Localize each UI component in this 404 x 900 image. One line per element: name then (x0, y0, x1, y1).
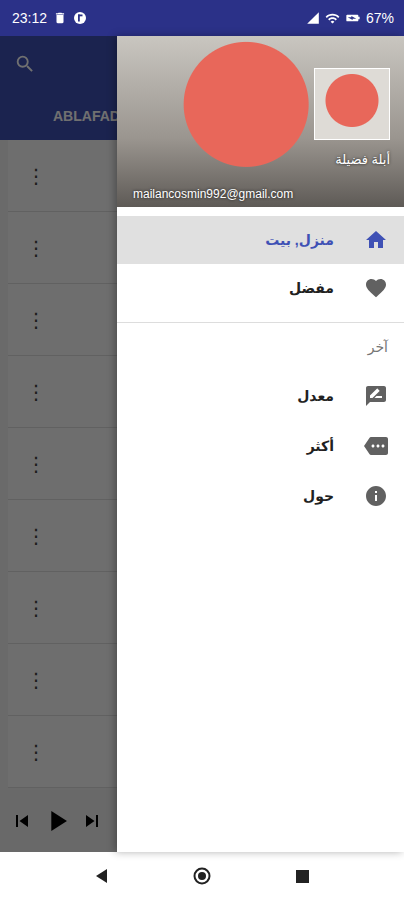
home-circle-icon (193, 867, 211, 885)
info-icon (364, 484, 388, 508)
back-button[interactable] (82, 856, 122, 896)
home-button[interactable] (182, 856, 222, 896)
drawer-item[interactable]: أكثر (117, 421, 404, 471)
trash-icon (53, 11, 67, 25)
heart-icon (364, 276, 388, 300)
navigation-drawer: أبلة فضيلة mailancosmin992@gmail.com منزل,… (117, 36, 404, 852)
back-icon (95, 868, 109, 884)
avatar-image (314, 68, 390, 140)
app-badge-icon (73, 11, 87, 25)
drawer-header: أبلة فضيلة mailancosmin992@gmail.com (117, 36, 404, 207)
home-icon (364, 228, 388, 252)
status-icons: 67% (306, 10, 394, 26)
app-body: ABLAFAD⋮⋮⋮⋮⋮⋮⋮⋮⋮أبلة فضيلةmailancosmin99… (0, 36, 404, 852)
drawer-divider (117, 322, 404, 323)
signal-icon (306, 11, 320, 25)
drawer-item-label: منزل, بيت (265, 232, 334, 248)
recents-button[interactable] (282, 856, 322, 896)
rate-review-icon (364, 384, 388, 408)
drawer-item-label: حول (303, 488, 334, 504)
drawer-item[interactable]: معدل (117, 371, 404, 421)
phone-screen: 23:12 67% ABLAFAD⋮⋮⋮⋮⋮⋮⋮⋮⋮أبلة فضيلةmailan… (0, 0, 404, 900)
drawer-item-label: مفضل (289, 280, 334, 296)
drawer-item[interactable]: حول (117, 471, 404, 521)
battery-level: 67% (366, 10, 394, 26)
status-bar: 23:12 67% (0, 0, 404, 36)
battery-icon (345, 10, 361, 26)
more-tag-icon (364, 434, 388, 458)
header-email: mailancosmin992@gmail.com (133, 187, 293, 201)
recents-icon (296, 870, 309, 883)
drawer-item-label: أكثر (307, 438, 334, 454)
header-name: أبلة فضيلة (335, 152, 390, 167)
drawer-menu: منزل, بيت مفضل آخر معدل أكثر حول (117, 207, 404, 521)
drawer-item[interactable]: مفضل (117, 264, 404, 312)
section-title: آخر (117, 323, 404, 371)
status-time: 23:12 (12, 10, 47, 26)
system-nav-bar (0, 852, 404, 900)
drawer-item-label: معدل (297, 388, 334, 404)
wifi-icon (325, 11, 340, 26)
drawer-item[interactable]: منزل, بيت (117, 216, 404, 264)
